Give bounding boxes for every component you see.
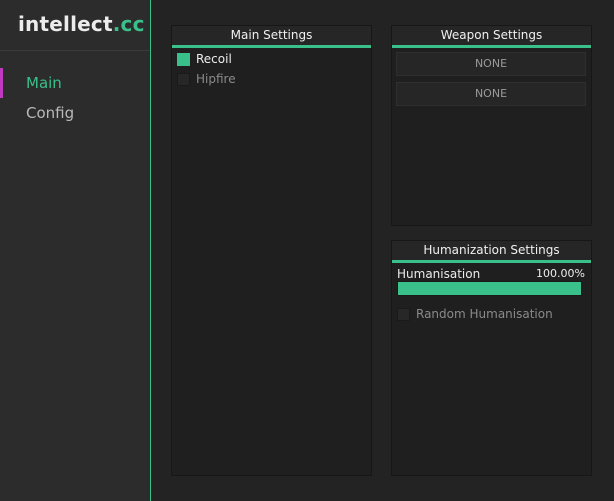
- humanisation-slider-value: 100.00%: [536, 267, 585, 280]
- random-humanisation-checkbox[interactable]: [397, 307, 410, 321]
- panel-title: Main Settings: [172, 26, 371, 48]
- logo-brand: intellect: [18, 12, 113, 36]
- sidebar: intellect.cc Main Config: [0, 0, 151, 501]
- app-logo: intellect.cc: [18, 12, 145, 36]
- logo-tld: .cc: [112, 12, 145, 36]
- main-content: Main Settings Recoil Hipfire Weapon Sett…: [151, 0, 614, 501]
- recoil-checkbox[interactable]: [177, 52, 190, 66]
- sidebar-item-label: Config: [26, 104, 75, 122]
- random-humanisation-label: Random Humanisation: [416, 307, 553, 321]
- panel-title: Humanization Settings: [392, 241, 591, 263]
- recoil-checkbox-row[interactable]: Recoil: [177, 51, 232, 67]
- hipfire-label: Hipfire: [196, 72, 236, 86]
- slider-fill: [398, 282, 581, 295]
- recoil-label: Recoil: [196, 52, 232, 66]
- weapon-slot-1-button[interactable]: NONE: [396, 52, 586, 76]
- hipfire-checkbox[interactable]: [177, 72, 190, 86]
- humanisation-slider-label: Humanisation: [397, 267, 481, 281]
- weapon-slot-2-button[interactable]: NONE: [396, 82, 586, 106]
- sidebar-item-config[interactable]: Config: [0, 100, 150, 126]
- weapon-settings-panel: Weapon Settings NONE NONE: [391, 25, 592, 226]
- sidebar-item-main[interactable]: Main: [0, 68, 150, 98]
- humanisation-slider[interactable]: [397, 281, 582, 296]
- logo-divider: [0, 50, 150, 51]
- hipfire-checkbox-row[interactable]: Hipfire: [177, 71, 236, 87]
- main-settings-panel: Main Settings Recoil Hipfire: [171, 25, 372, 476]
- random-humanisation-checkbox-row[interactable]: Random Humanisation: [397, 306, 553, 322]
- sidebar-item-label: Main: [26, 74, 62, 92]
- humanization-settings-panel: Humanization Settings Humanisation 100.0…: [391, 240, 592, 476]
- panel-title: Weapon Settings: [392, 26, 591, 48]
